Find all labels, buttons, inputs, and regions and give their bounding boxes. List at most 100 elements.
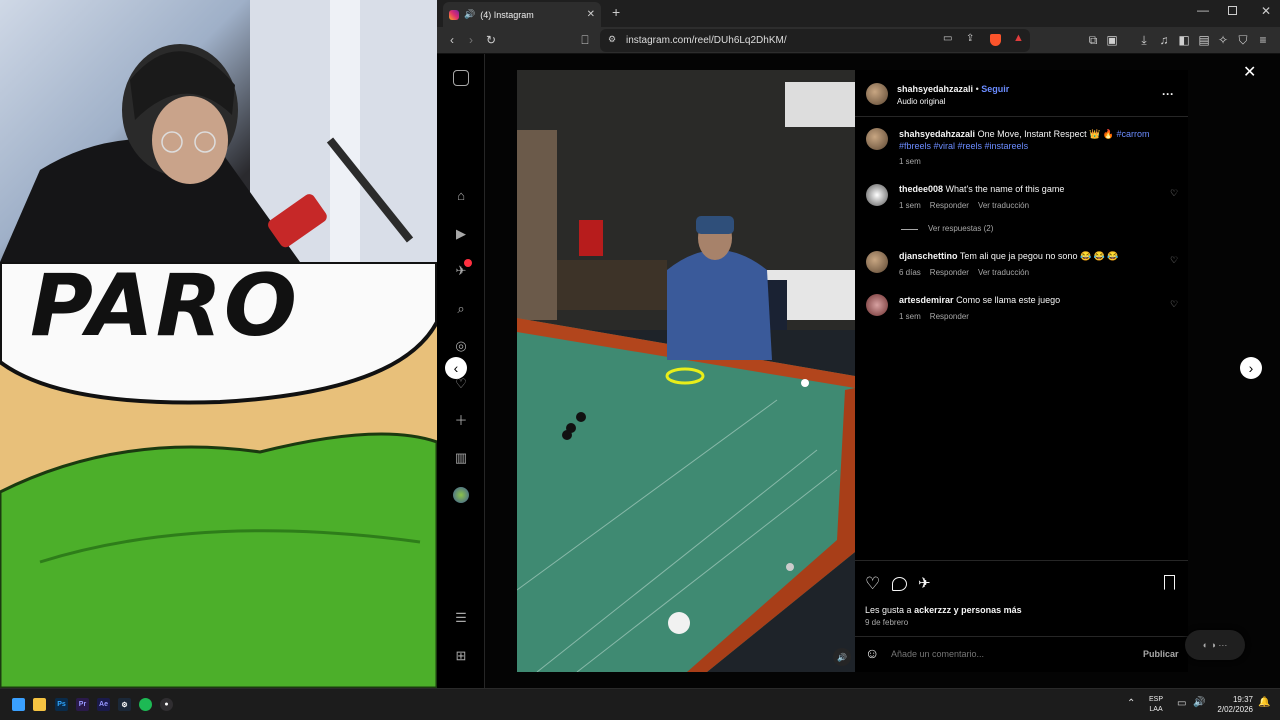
photoshop-icon[interactable]: Ps <box>55 698 68 711</box>
post-side-panel: shahsyedahzazali • Seguir Audio original… <box>855 70 1188 672</box>
brave-shield-icon[interactable] <box>990 34 1001 46</box>
address-bar[interactable]: ⚙ instagram.com/reel/DUh6Lq2DhKM/ ▭ ⇪ ▲ <box>600 29 1030 52</box>
site-settings-icon[interactable]: ⚙ <box>608 34 616 45</box>
new-tab-button[interactable]: + <box>612 4 620 20</box>
home-icon[interactable]: ⌂ <box>453 188 469 204</box>
save-bookmark-icon[interactable] <box>1164 575 1175 590</box>
also-from-meta-icon[interactable]: ⊞ <box>453 648 469 664</box>
start-icon[interactable] <box>12 698 25 711</box>
comment-avatar[interactable] <box>866 251 888 273</box>
mute-toggle-icon[interactable]: 🔊 <box>833 648 851 666</box>
more-menu-icon[interactable]: ☰ <box>453 610 469 626</box>
reels-icon[interactable]: ▶ <box>453 226 469 242</box>
extensions-icon[interactable]: ⧉ <box>1085 32 1101 48</box>
reload-icon[interactable]: ↻ <box>483 32 499 48</box>
obs-icon[interactable]: ● <box>160 698 173 711</box>
author-username[interactable]: shahsyedahzazali <box>897 84 973 94</box>
dashboard-icon[interactable]: ▥ <box>453 450 469 466</box>
like-heart-icon[interactable]: ♡ <box>865 574 880 594</box>
wallet-icon[interactable]: ▤ <box>1196 32 1212 48</box>
comment-icon[interactable] <box>892 577 907 591</box>
share-icon[interactable]: ⇪ <box>966 33 974 44</box>
comment-like-heart-icon[interactable]: ♡ <box>1170 188 1178 199</box>
reply-button[interactable]: Responder <box>930 312 969 321</box>
reel-video[interactable]: 🔊 <box>517 70 855 672</box>
comment-like-heart-icon[interactable]: ♡ <box>1170 299 1178 310</box>
comment-time: 1 sem <box>899 312 921 321</box>
likes-user[interactable]: ackerzzz <box>914 605 951 615</box>
instagram-logo-icon[interactable] <box>453 70 469 86</box>
caption-hashtag-carrom[interactable]: #carrom <box>1117 129 1150 139</box>
view-replies-button[interactable]: Ver respuestas (2) <box>928 224 993 233</box>
comment-avatar[interactable] <box>866 294 888 316</box>
minimize-icon[interactable]: — <box>1197 3 1209 17</box>
window-close-icon[interactable]: ✕ <box>1261 4 1271 18</box>
translate-button[interactable]: Ver traducción <box>978 201 1029 210</box>
leo-ai-icon[interactable]: ✧ <box>1215 32 1231 48</box>
explore-icon[interactable]: ◎ <box>453 338 469 354</box>
tray-chevron-icon[interactable]: ⌃ <box>1127 698 1135 709</box>
brave-rewards-icon[interactable]: ▲ <box>1013 32 1024 44</box>
tab-instagram[interactable]: 🔊 (4) Instagram ✕ <box>443 2 601 27</box>
meme-text: PARO <box>30 262 300 356</box>
tab-close-icon[interactable]: ✕ <box>587 9 595 20</box>
vpn-icon[interactable]: ⛉ <box>1235 32 1251 48</box>
steam-icon[interactable]: ⚙ <box>118 698 131 711</box>
notification-icon[interactable]: 🔔 <box>1258 697 1270 708</box>
more-options-icon[interactable]: ··· <box>1162 87 1174 101</box>
clock[interactable]: 19:37 2/02/2026 <box>1213 695 1253 715</box>
next-post-button[interactable]: › <box>1240 357 1262 379</box>
caption-hashtags[interactable]: #fbreels #viral #reels #instareels <box>899 141 1028 151</box>
comment-like-heart-icon[interactable]: ♡ <box>1170 255 1178 266</box>
reel-video-frame <box>517 70 855 672</box>
network-icon[interactable]: ▭ <box>1177 698 1186 709</box>
caption-avatar[interactable] <box>866 128 888 150</box>
likes-summary[interactable]: Les gusta a ackerzzz y personas más <box>865 604 1022 616</box>
after-effects-icon[interactable]: Ae <box>97 698 110 711</box>
download-icon[interactable]: ⤓ <box>1136 32 1152 48</box>
bookmark-icon[interactable]: ⎕ <box>577 32 593 48</box>
profile-avatar-icon[interactable] <box>453 487 469 503</box>
comment-username[interactable]: thedee008 <box>899 184 943 194</box>
comment-username[interactable]: artesdemirar <box>899 295 954 305</box>
caption-text: shahsyedahzazali One Move, Instant Respe… <box>899 128 1169 152</box>
audio-label[interactable]: Audio original <box>897 96 945 108</box>
language-bottom: LAA <box>1149 706 1163 713</box>
comment-username[interactable]: djanschettino <box>899 251 958 261</box>
back-icon[interactable]: ‹ <box>444 32 460 48</box>
file-explorer-icon[interactable] <box>33 698 46 711</box>
comment-time: 1 sem <box>899 201 921 210</box>
maximize-icon[interactable] <box>1228 6 1237 15</box>
comment-avatar[interactable] <box>866 184 888 206</box>
share-plane-icon[interactable]: ✈ <box>918 574 931 592</box>
caption-author[interactable]: shahsyedahzazali <box>899 129 975 139</box>
sidebar-toggle-icon[interactable]: ◧ <box>1176 32 1192 48</box>
taskbar: Ps Pr Ae ⚙ ● ⌃ ESP LAA ▭ 🔊 19:37 2/02/20… <box>0 688 1280 720</box>
emoji-icon[interactable]: ☺ <box>865 645 879 661</box>
premiere-icon[interactable]: Pr <box>76 698 89 711</box>
menu-icon[interactable]: ≡ <box>1255 32 1271 48</box>
publish-button[interactable]: Publicar <box>1143 648 1179 660</box>
comment-input[interactable] <box>891 646 1111 662</box>
translate-button[interactable]: Ver traducción <box>978 268 1029 277</box>
comment-text: artesdemirar Como se llama este juego <box>899 294 1159 306</box>
speaker-icon[interactable]: 🔊 <box>464 9 475 20</box>
clock-time: 19:37 <box>1232 695 1253 704</box>
close-modal-button[interactable]: ✕ <box>1243 62 1256 82</box>
follow-button[interactable]: Seguir <box>981 84 1009 94</box>
comment-meta: 1 sem Responder Ver traducción <box>899 201 1029 210</box>
author-avatar[interactable] <box>866 83 888 105</box>
previous-post-button[interactable]: ‹ <box>445 357 467 379</box>
cast-icon[interactable]: ▭ <box>943 33 952 44</box>
search-icon[interactable]: ⌕ <box>453 301 469 317</box>
tab-manager-icon[interactable]: ▣ <box>1104 32 1120 48</box>
forward-icon[interactable]: › <box>463 32 479 48</box>
messages-bubble[interactable]: ◐ ◑ ··· <box>1185 630 1245 660</box>
volume-icon[interactable]: 🔊 <box>1193 697 1205 708</box>
reply-button[interactable]: Responder <box>930 201 969 210</box>
reply-button[interactable]: Responder <box>930 268 969 277</box>
spotify-icon[interactable] <box>139 698 152 711</box>
create-icon[interactable]: ＋ <box>453 413 469 429</box>
language-indicator[interactable]: ESP LAA <box>1149 695 1163 715</box>
media-icon[interactable]: ♫ <box>1156 32 1172 48</box>
